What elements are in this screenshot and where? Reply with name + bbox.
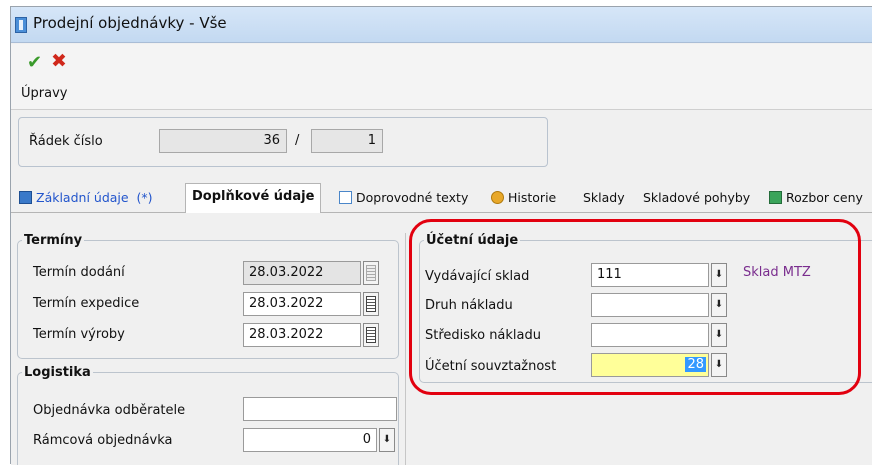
tab-label: Historie — [508, 190, 557, 205]
termin-vyroby-label: Termín výroby — [33, 327, 125, 342]
objednavka-odberatele-label: Objednávka odběratele — [33, 403, 186, 418]
row-number-label: Řádek číslo — [29, 134, 103, 149]
tab-strip: Základní údaje (*) Doplňkové údaje Dopro… — [11, 183, 872, 214]
row-total-field: 1 — [311, 129, 383, 153]
calendar-icon[interactable] — [363, 323, 379, 347]
document-icon — [19, 191, 32, 204]
row-number-panel: Řádek číslo 36 / 1 — [18, 117, 548, 167]
termin-dodani-label: Termín dodání — [33, 265, 125, 280]
termin-dodani-field: 28.03.2022 — [243, 261, 361, 285]
window-title: Prodejní objednávky - Vše — [33, 14, 227, 32]
row-separator: / — [295, 133, 300, 148]
history-icon — [491, 191, 504, 204]
check-icon[interactable]: ✔ — [27, 52, 42, 73]
objednavka-odberatele-field[interactable] — [243, 397, 397, 421]
tab-label: Základní údaje — [36, 190, 129, 205]
tab-label: Sklady — [583, 190, 625, 205]
tab-label: Doplňkové údaje — [192, 189, 315, 204]
lookup-arrow-icon[interactable]: ⬇ — [379, 428, 395, 452]
termin-vyroby-field[interactable]: 28.03.2022 — [243, 323, 361, 347]
calendar-icon — [363, 261, 379, 285]
logistika-legend: Logistika — [24, 365, 91, 380]
tab-rozbor-ceny[interactable]: Rozbor ceny — [763, 185, 869, 213]
calendar-icon[interactable] — [363, 292, 379, 316]
x-icon[interactable]: ✖ — [51, 50, 67, 72]
tab-historie[interactable]: Historie — [485, 185, 562, 213]
picture-icon — [339, 191, 352, 204]
terminy-legend: Termíny — [24, 233, 83, 248]
tab-zakladni-udaje[interactable]: Základní údaje (*) — [13, 185, 159, 213]
termin-expedice-label: Termín expedice — [33, 296, 140, 311]
title-bar: Prodejní objednávky - Vše — [11, 7, 872, 43]
tab-doplnkove-udaje[interactable]: Doplňkové údaje — [185, 183, 322, 214]
termin-expedice-field[interactable]: 28.03.2022 — [243, 292, 361, 316]
tab-label: Doprovodné texty — [356, 190, 469, 205]
annotation-ring — [409, 219, 861, 395]
tab-label: Skladové pohyby — [643, 190, 751, 205]
window-app-icon — [15, 17, 27, 33]
toolbar-group-label: Úpravy — [21, 86, 68, 101]
tab-skladove-pohyby[interactable]: Skladové pohyby — [637, 185, 756, 213]
tab-sklady[interactable]: Sklady — [577, 185, 631, 213]
tab-modified-marker: (*) — [136, 190, 153, 205]
toolbar: ✔ ✖ Úpravy — [11, 44, 872, 110]
analysis-icon — [769, 191, 782, 204]
ramcova-objednavka-field[interactable]: 0 — [243, 428, 377, 452]
row-current-field: 36 — [159, 129, 287, 153]
panel-divider — [405, 233, 406, 465]
tab-doprovodne-texty[interactable]: Doprovodné texty — [333, 185, 474, 213]
window: Prodejní objednávky - Vše ✔ ✖ Úpravy Řád… — [10, 6, 872, 465]
ramcova-objednavka-label: Rámcová objednávka — [33, 433, 173, 448]
tab-label: Rozbor ceny — [786, 190, 863, 205]
